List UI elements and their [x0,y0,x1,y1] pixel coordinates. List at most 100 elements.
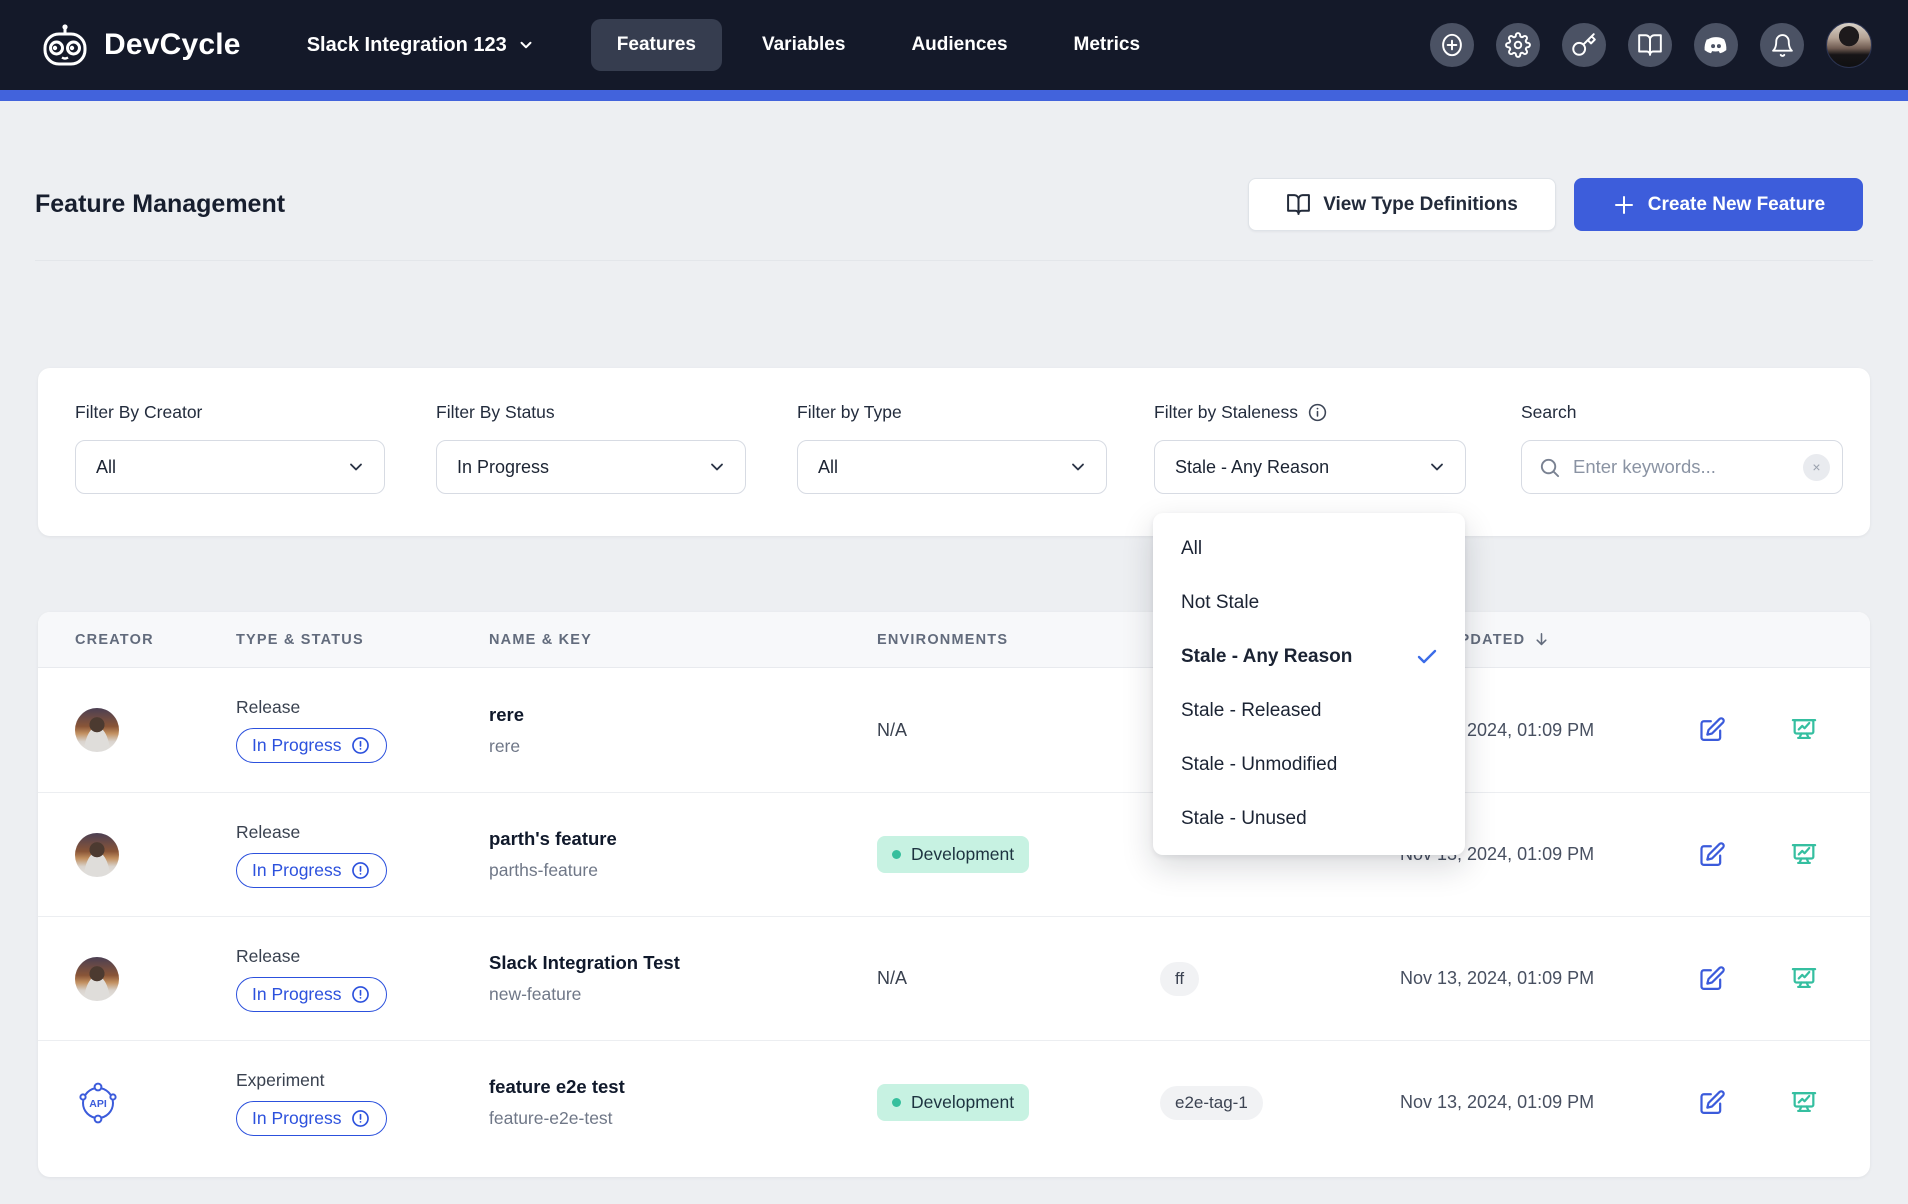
table-header-row: Creator Type & Status Name & Key Environ… [38,612,1870,668]
table-row[interactable]: API Experiment In Progress feature e2e t… [38,1040,1870,1164]
chevron-down-icon [346,457,366,477]
creator-avatar [75,833,119,877]
create-new-feature-button[interactable]: Create New Feature [1574,178,1863,231]
environment-label: Development [911,1092,1014,1113]
bell-icon [1770,33,1795,58]
creator-avatar [75,708,119,752]
edit-pencil-icon [1698,841,1726,869]
search-group: Search × [1521,368,1843,536]
brand: DevCycle [38,22,241,68]
feature-type: Release [236,822,300,843]
menu-item-label: Stale - Unmodified [1181,754,1439,776]
filter-staleness-select[interactable]: Stale - Any Reason [1154,440,1466,494]
filter-staleness-value: Stale - Any Reason [1175,457,1427,478]
feature-name: rere [489,704,524,726]
edit-feature-button[interactable] [1698,841,1726,869]
chevron-down-icon [1068,457,1088,477]
tab-variables[interactable]: Variables [736,19,871,71]
top-nav: DevCycle Slack Integration 123 Features … [0,0,1908,90]
menu-item-all[interactable]: All [1153,522,1465,576]
filter-staleness-label: Filter by Staleness [1154,402,1328,423]
add-circle-button[interactable] [1430,23,1474,67]
menu-item-label: Not Stale [1181,592,1439,614]
col-type-status[interactable]: Type & Status [236,632,489,648]
table-row[interactable]: Release In Progress Slack Integration Te… [38,916,1870,1040]
docs-button[interactable] [1628,23,1672,67]
filter-bar: Filter By Creator All Filter By Status I… [38,368,1870,536]
feature-metrics-button[interactable] [1790,841,1818,869]
alert-circle-icon [350,1108,371,1129]
col-creator[interactable]: Creator [38,632,236,648]
table-row[interactable]: Release In Progress rere rere N/A Nov 13… [38,668,1870,792]
create-new-feature-label: Create New Feature [1648,194,1825,216]
user-avatar[interactable] [1826,22,1872,68]
status-label: In Progress [252,1108,341,1129]
chevron-down-icon [517,36,535,54]
view-type-definitions-button[interactable]: View Type Definitions [1248,178,1556,231]
clear-search-button[interactable]: × [1803,454,1830,481]
alert-circle-icon [350,860,371,881]
edit-pencil-icon [1698,716,1726,744]
menu-item-stale-any-reason[interactable]: Stale - Any Reason [1153,630,1465,684]
staleness-dropdown-menu: All Not Stale Stale - Any Reason Stale -… [1153,513,1465,855]
header-divider [35,260,1873,261]
edit-feature-button[interactable] [1698,716,1726,744]
info-icon[interactable] [1307,402,1328,423]
view-type-definitions-label: View Type Definitions [1323,194,1518,216]
search-label: Search [1521,402,1576,423]
feature-metrics-button[interactable] [1790,965,1818,993]
feature-type: Release [236,697,300,718]
feature-key: feature-e2e-test [489,1108,613,1129]
feature-metrics-button[interactable] [1790,1089,1818,1117]
settings-button[interactable] [1496,23,1540,67]
plus-icon [1612,193,1636,217]
key-icon [1571,32,1597,58]
presentation-chart-icon [1790,841,1818,869]
table-row[interactable]: Release In Progress parth's feature part… [38,792,1870,916]
tag-badge: ff [1160,962,1199,996]
col-environments[interactable]: Environments [877,632,1160,648]
filter-creator-value: All [96,457,346,478]
filter-staleness-label-text: Filter by Staleness [1154,402,1298,423]
menu-item-stale-released[interactable]: Stale - Released [1153,684,1465,738]
accent-bar [0,90,1908,101]
tab-features[interactable]: Features [591,19,722,71]
presentation-chart-icon [1790,716,1818,744]
environment-badge: Development [877,1084,1029,1121]
status-badge: In Progress [236,728,387,763]
gear-icon [1505,32,1531,58]
nav-actions [1430,22,1872,68]
search-input[interactable] [1573,456,1791,478]
menu-item-not-stale[interactable]: Not Stale [1153,576,1465,630]
tab-audiences[interactable]: Audiences [885,19,1033,71]
menu-item-stale-unused[interactable]: Stale - Unused [1153,792,1465,846]
filter-status-group: Filter By Status In Progress [436,368,746,536]
edit-feature-button[interactable] [1698,1089,1726,1117]
sort-desc-icon [1533,631,1550,648]
close-icon: × [1812,459,1820,475]
feature-type: Experiment [236,1070,325,1091]
feature-metrics-button[interactable] [1790,716,1818,744]
project-selector[interactable]: Slack Integration 123 [307,34,535,57]
feature-type: Release [236,946,300,967]
env-dot-icon [892,850,901,859]
filter-creator-select[interactable]: All [75,440,385,494]
notifications-button[interactable] [1760,23,1804,67]
filter-type-group: Filter by Type All [797,368,1107,536]
search-icon [1538,456,1561,479]
filter-creator-label: Filter By Creator [75,402,202,423]
discord-button[interactable] [1694,23,1738,67]
svg-text:API: API [89,1098,107,1110]
book-open-icon [1286,192,1311,217]
edit-pencil-icon [1698,1089,1726,1117]
last-updated: Nov 13, 2024, 01:09 PM [1400,968,1594,989]
filter-type-select[interactable]: All [797,440,1107,494]
api-keys-button[interactable] [1562,23,1606,67]
tab-metrics[interactable]: Metrics [1048,19,1167,71]
filter-status-select[interactable]: In Progress [436,440,746,494]
discord-icon [1703,32,1729,58]
menu-item-stale-unmodified[interactable]: Stale - Unmodified [1153,738,1465,792]
col-name-key[interactable]: Name & Key [489,632,877,648]
plus-circle-icon [1439,32,1465,58]
edit-feature-button[interactable] [1698,965,1726,993]
